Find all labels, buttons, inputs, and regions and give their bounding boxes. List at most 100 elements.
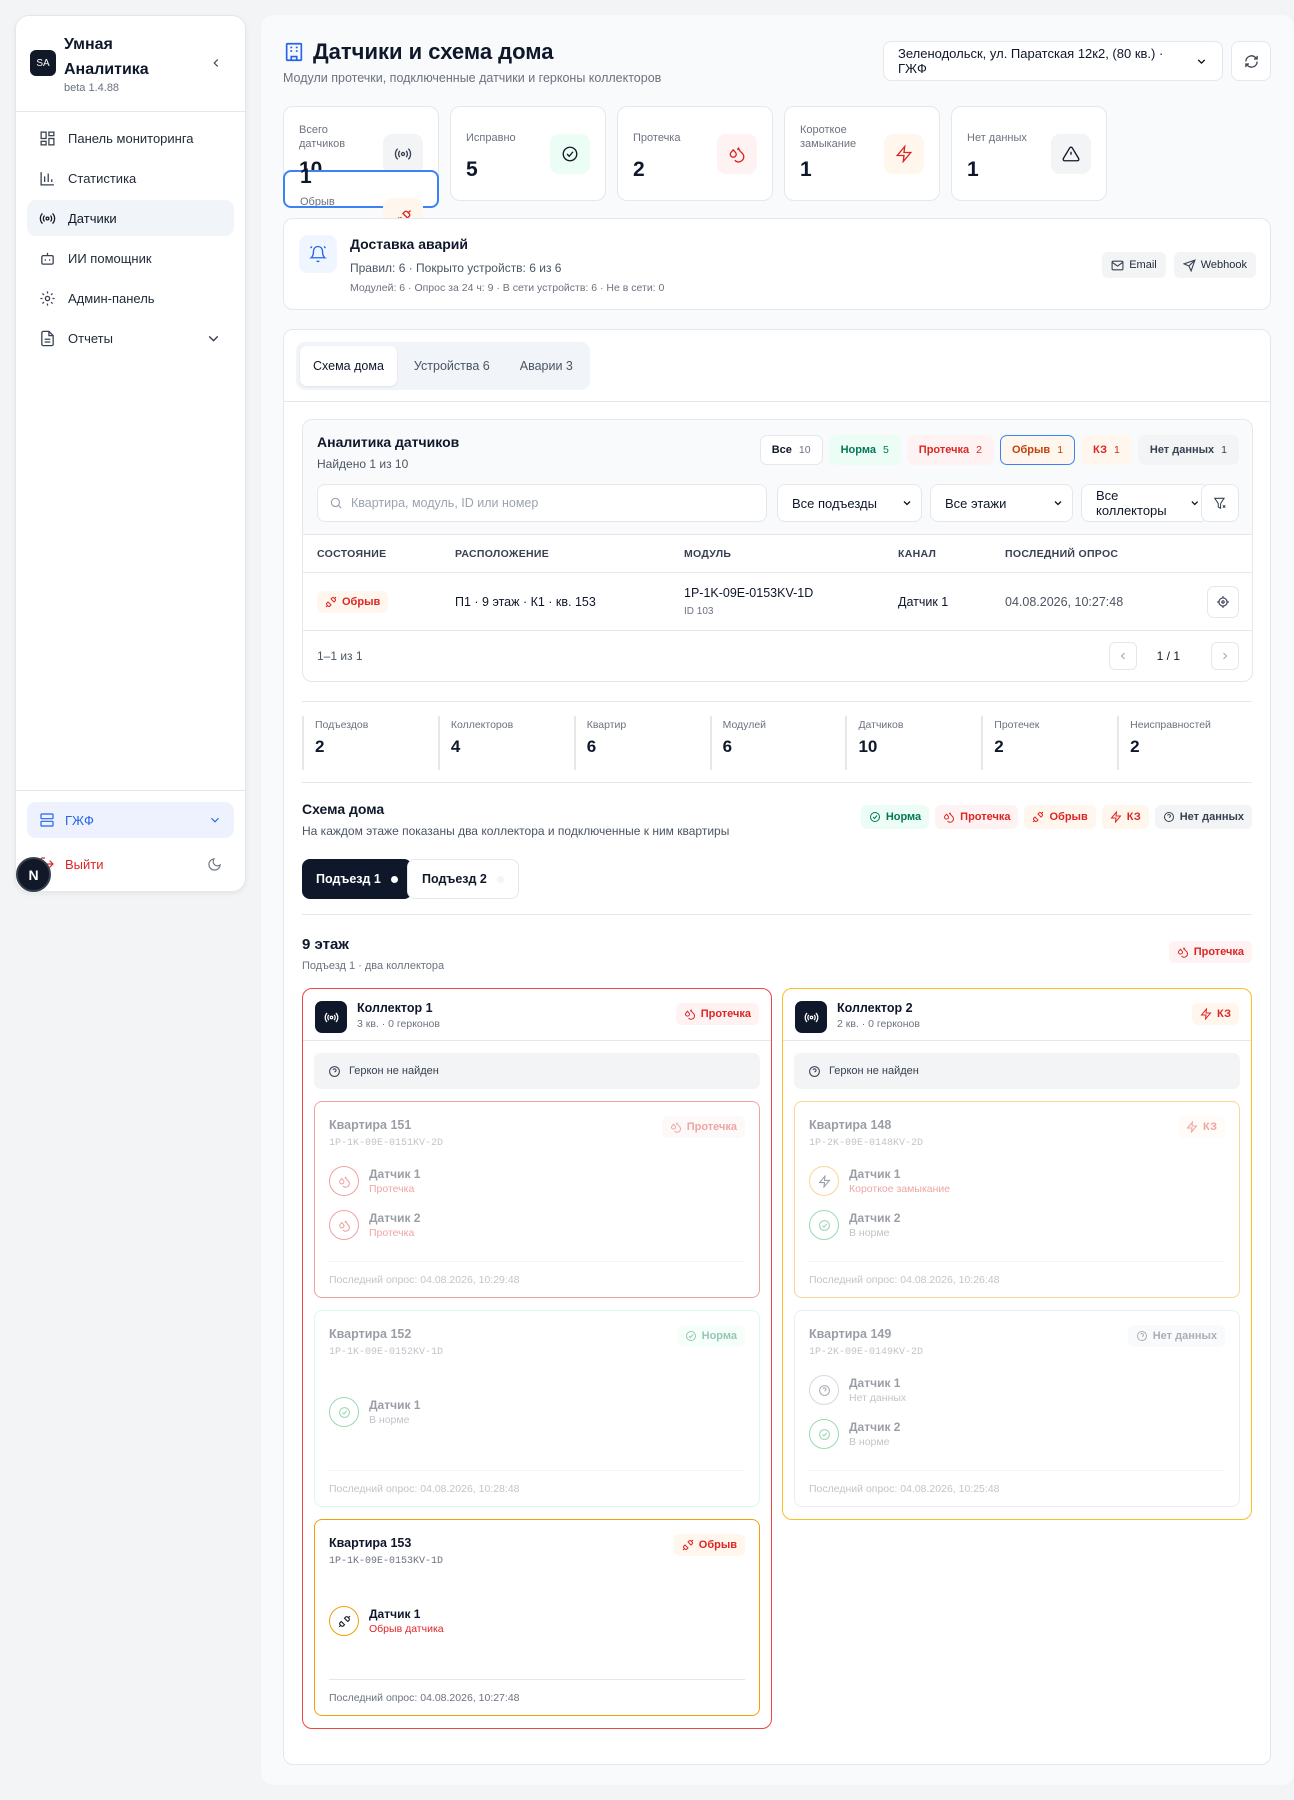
floor-subtitle: Подъезд 1 · два коллектора	[302, 960, 445, 972]
summary-label: Протечек	[994, 719, 1040, 731]
avatar[interactable]: N	[16, 857, 51, 892]
filter-ok[interactable]: Норма 5	[828, 435, 901, 465]
help-circle-icon	[809, 1375, 839, 1405]
sidebar-item-statistics[interactable]: Статистика	[27, 160, 234, 196]
collector-header: Коллектор 1 3 кв. · 0 герконов Протечка	[303, 989, 771, 1041]
droplets-icon	[329, 1166, 359, 1196]
filter-break[interactable]: Обрыв 1	[999, 435, 1076, 465]
entrance-tab-2[interactable]: Подъезд 2	[407, 859, 519, 899]
collector-select[interactable]: Все коллекторы	[1081, 484, 1209, 522]
floor-select-value: Все этажи	[945, 495, 1007, 511]
droplets-icon	[717, 134, 757, 174]
dashboard-icon	[40, 130, 55, 146]
webhook-label: Webhook	[1200, 259, 1247, 271]
scheme-subtitle: На каждом этаже показаны два коллектора …	[302, 824, 730, 838]
entrance-select-value: Все подъезды	[792, 495, 877, 511]
refresh-button[interactable]	[1231, 41, 1271, 81]
org-switcher[interactable]: ГЖФ	[27, 802, 234, 838]
check-circle-icon	[869, 812, 880, 822]
sidebar-item-admin[interactable]: Админ-панель	[27, 280, 234, 316]
sidebar-item-dashboard[interactable]: Панель мониторинга	[27, 120, 234, 156]
apartment-badge: Нет данных	[1127, 1325, 1225, 1347]
stat-value: 2	[633, 158, 645, 181]
tab-alarms[interactable]: Аварии 3	[507, 346, 586, 386]
entrance-tab-1[interactable]: Подъезд 1	[302, 859, 412, 899]
sensor-status: Протечка	[369, 1183, 415, 1195]
help-circle-icon	[1163, 812, 1174, 822]
stat-ok[interactable]: Исправно 5	[450, 106, 606, 201]
apartment-card[interactable]: Квартира 152 1P-1K-09E-0152KV-1D Норма Д…	[314, 1310, 760, 1507]
summary-collectors: Коллекторов 4	[437, 716, 574, 770]
stat-break[interactable]: Обрыв 1	[283, 165, 439, 238]
building-summary: Подъездов 2 Коллекторов 4 Квартир 6 Модулей…	[302, 716, 1253, 770]
logout-button[interactable]: Выйти	[27, 846, 234, 882]
alert-dot	[390, 875, 398, 883]
search-input[interactable]: Квартира, модуль, ID или номер	[317, 484, 767, 522]
table-row[interactable]: Обрыв П1 · 9 этаж · К1 · кв. 153 1P-1K-0…	[303, 573, 1252, 631]
apartment-card[interactable]: Квартира 153 1P-1K-09E-0153KV-1D Обрыв Д…	[314, 1519, 760, 1716]
chevron-right-icon	[1223, 652, 1228, 660]
page-indicator: 1 / 1	[1156, 649, 1180, 663]
stat-short[interactable]: Короткое замыкание 1	[784, 106, 940, 201]
apartment-module-id: 1P-2K-09E-0149KV-2D	[809, 1347, 924, 1358]
alert-modules: Модулей: 6 · Опрос за 24 ч: 9 · В сети у…	[350, 282, 665, 294]
sensor-status: В норме	[849, 1227, 890, 1239]
alert-delivery-panel: Доставка аварий Правил: 6 · Покрыто устр…	[283, 218, 1271, 310]
column-header: РАСПОЛОЖЕНИЕ	[455, 547, 550, 560]
chevron-down-icon	[208, 335, 219, 342]
zap-icon	[809, 1166, 839, 1196]
filter-short[interactable]: КЗ 1	[1081, 435, 1132, 465]
filter-x-icon	[1213, 497, 1226, 510]
stat-label: Исправно	[466, 132, 516, 144]
address-select[interactable]: Зеленодольск, ул. Паратская 12к2, (80 кв…	[883, 41, 1223, 81]
collapse-sidebar-button[interactable]	[209, 56, 223, 70]
divider	[302, 701, 1252, 702]
summary-apartments: Квартир 6	[573, 716, 710, 770]
row-location: П1 · 9 этаж · К1 · кв. 153	[455, 595, 596, 609]
zap-icon	[884, 134, 924, 174]
prev-page-button[interactable]	[1109, 642, 1137, 670]
building-icon	[285, 42, 303, 62]
next-page-button[interactable]	[1211, 642, 1239, 670]
page-title-text: Датчики и схема дома	[313, 39, 554, 64]
filter-all[interactable]: Все 10	[759, 435, 823, 465]
stat-label: Нет данных	[967, 132, 1027, 144]
sensor-status: Протечка	[369, 1227, 415, 1239]
chevron-left-icon	[213, 59, 219, 67]
webhook-button[interactable]: Webhook	[1173, 252, 1256, 278]
entrance-select[interactable]: Все подъезды	[777, 484, 922, 522]
reed-text: Геркон не найден	[349, 1065, 439, 1077]
legend-label: КЗ	[1126, 811, 1141, 823]
apartment-card[interactable]: Квартира 149 1P-2K-09E-0149KV-2D Нет дан…	[794, 1310, 1240, 1507]
filter-count: 2	[976, 444, 982, 456]
reed-switch-status: Геркон не найден	[314, 1053, 760, 1089]
floor-select[interactable]: Все этажи	[930, 484, 1073, 522]
sidebar-item-ai-assistant[interactable]: ИИ помощник	[27, 240, 234, 276]
chevron-left-icon	[1120, 652, 1125, 660]
app-version: beta 1.4.88	[64, 82, 120, 94]
apartment-name: Квартира 153	[329, 1536, 412, 1550]
sensor-name: Датчик 1	[849, 1376, 901, 1390]
legend-label: Норма	[885, 811, 922, 823]
sidebar-item-sensors[interactable]: Датчики	[27, 200, 234, 236]
sidebar: SA Умная Аналитика beta 1.4.88 Панель мо…	[15, 15, 246, 892]
file-icon	[41, 330, 54, 346]
sidebar-item-reports[interactable]: Отчеты	[27, 320, 234, 356]
sensor-item: Датчик 2 Протечка	[329, 1210, 420, 1240]
crosshair-icon	[1217, 596, 1229, 608]
stat-leak[interactable]: Протечка 2	[617, 106, 773, 201]
tab-scheme[interactable]: Схема дома	[300, 346, 397, 386]
stat-nodata[interactable]: Нет данных 1	[951, 106, 1107, 201]
filter-label: Норма	[840, 444, 876, 456]
email-button[interactable]: Email	[1102, 252, 1166, 278]
apartment-card[interactable]: Квартира 151 1P-1K-09E-0151KV-2D Протечк…	[314, 1101, 760, 1298]
filter-leak[interactable]: Протечка 2	[906, 435, 994, 465]
tab-devices[interactable]: Устройства 6	[401, 346, 503, 386]
moon-icon[interactable]	[207, 857, 222, 872]
apartment-card[interactable]: Квартира 148 1P-2K-09E-0148KV-2D КЗ Датч…	[794, 1101, 1240, 1298]
summary-label: Датчиков	[858, 719, 904, 731]
column-header: МОДУЛЬ	[684, 547, 732, 560]
filter-nodata[interactable]: Нет данных 1	[1137, 435, 1239, 465]
locate-button[interactable]	[1207, 586, 1239, 618]
filter-reset-button[interactable]	[1201, 484, 1239, 522]
